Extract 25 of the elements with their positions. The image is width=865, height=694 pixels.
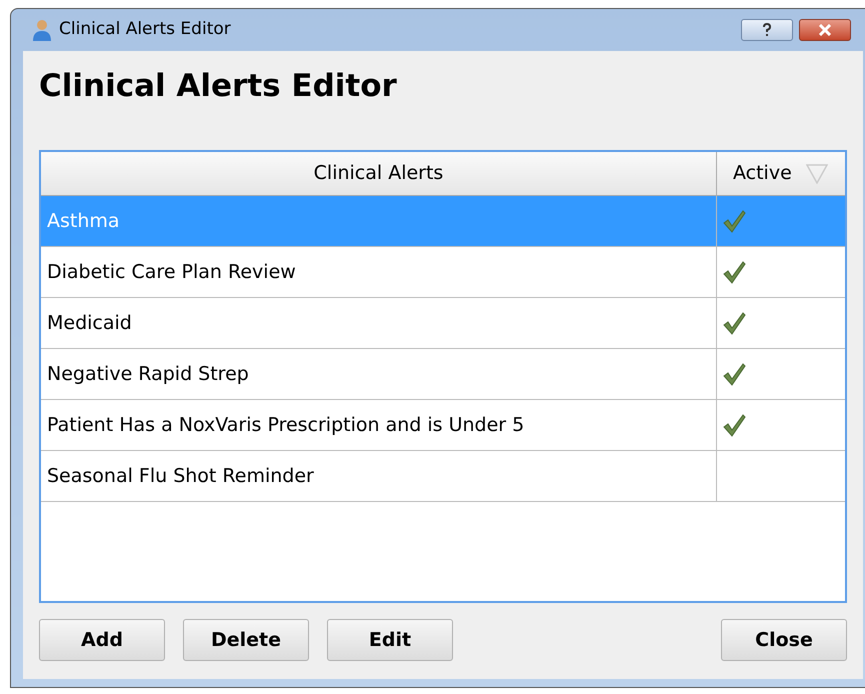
table-row[interactable]: Medicaid	[41, 298, 845, 349]
close-icon	[818, 24, 832, 36]
window-title: Clinical Alerts Editor	[59, 18, 231, 42]
dialog-button[interactable]: Edit	[327, 619, 453, 661]
filter-icon	[806, 164, 828, 184]
table-cell: Seasonal Flu Shot Reminder	[41, 451, 717, 501]
dialog-button[interactable]: Close	[721, 619, 847, 661]
table-cell: Medicaid	[41, 298, 717, 348]
help-button[interactable]	[741, 19, 793, 42]
table-row[interactable]: Diabetic Care Plan Review	[41, 247, 845, 298]
user-icon	[31, 18, 53, 42]
table-cell: Patient Has a NoxVaris Prescription and is Under 5	[41, 400, 717, 450]
table-row[interactable]: Patient Has a NoxVaris Prescription and is Under 5	[41, 400, 845, 451]
table-row[interactable]: Seasonal Flu Shot Reminder	[41, 451, 845, 502]
column-header[interactable]: Clinical Alerts	[41, 152, 717, 195]
table-row[interactable]: Negative Rapid Strep	[41, 349, 845, 400]
table-cell: Diabetic Care Plan Review	[41, 247, 717, 297]
table-cell: Negative Rapid Strep	[41, 349, 717, 399]
dialog-heading: Clinical Alerts Editor	[39, 67, 398, 106]
close-window-button[interactable]	[799, 19, 851, 42]
column-header[interactable]: Active	[717, 152, 845, 195]
help-icon	[762, 23, 772, 38]
dialog-button[interactable]: Add	[39, 619, 165, 661]
dialog-button[interactable]: Delete	[183, 619, 309, 661]
table-cell: Asthma	[41, 196, 717, 246]
